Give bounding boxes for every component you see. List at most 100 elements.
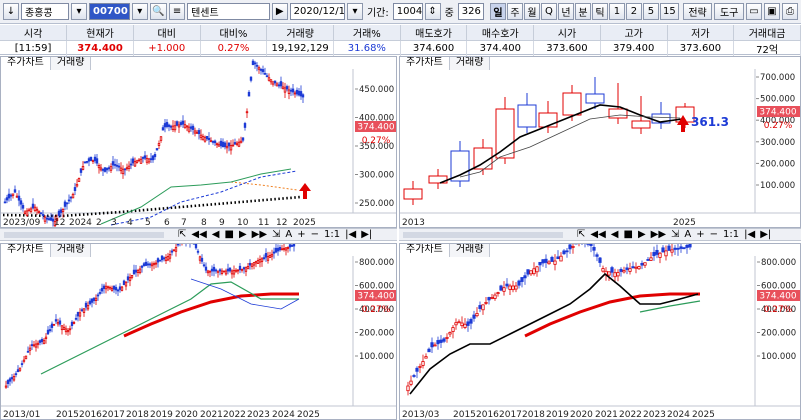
quote-header: 저가 bbox=[667, 25, 735, 41]
period-button-년[interactable]: 년 bbox=[557, 3, 574, 20]
period-button-주[interactable]: 주 bbox=[506, 3, 523, 20]
candle-body bbox=[568, 244, 572, 250]
scroll-control-button[interactable]: ⇲ bbox=[272, 229, 280, 240]
scroll-control-button[interactable]: 1:1 bbox=[324, 229, 340, 240]
candle-body bbox=[27, 209, 31, 212]
candle-body bbox=[116, 289, 120, 292]
horizontal-scrollbar[interactable] bbox=[403, 231, 563, 238]
print-icon[interactable]: ⎙ bbox=[781, 3, 798, 20]
scroll-control-button[interactable]: − bbox=[311, 229, 319, 240]
strategy-button[interactable]: 전략 bbox=[682, 3, 713, 20]
spinner-icon[interactable]: ⇕ bbox=[424, 3, 441, 20]
main-toolbar: ↓ 종홍콩 ▾ 00700 ▾ 🔍 ≡ 텐센트 ▶ 2020/12/10 ▾ 기… bbox=[0, 0, 801, 24]
period-button-일[interactable]: 일 bbox=[489, 3, 506, 20]
daily-price-chart[interactable]: 450.000400.000350.000300.000250.000 2023… bbox=[1, 57, 397, 228]
candle-body bbox=[236, 269, 240, 272]
scroll-control-button[interactable]: A bbox=[684, 229, 691, 240]
scroll-control-button[interactable]: ▶ bbox=[239, 229, 247, 240]
pct-badge-text: 0.27% bbox=[764, 121, 793, 131]
candle-body bbox=[191, 125, 195, 130]
scroll-control-button[interactable]: 1:1 bbox=[723, 229, 739, 240]
scroll-control-button[interactable]: ◀ bbox=[611, 229, 619, 240]
market-dropdown[interactable]: 종홍콩 bbox=[21, 3, 70, 20]
date-input[interactable]: 2020/12/10 bbox=[289, 3, 345, 20]
candle-body bbox=[403, 188, 423, 200]
scroll-control-button[interactable]: A bbox=[285, 229, 292, 240]
tools-button[interactable]: 도구 bbox=[714, 3, 744, 20]
candle-body bbox=[213, 140, 217, 144]
scroll-control-button[interactable]: ◀◀ bbox=[191, 229, 206, 240]
horizontal-scrollbar[interactable] bbox=[4, 231, 164, 238]
scroll-control-button[interactable]: − bbox=[710, 229, 718, 240]
candle-body bbox=[202, 264, 206, 267]
quote-header: 거래량 bbox=[266, 25, 335, 41]
period-button-1[interactable]: 1 bbox=[608, 3, 625, 20]
candle-body bbox=[218, 269, 222, 272]
period-button-분[interactable]: 분 bbox=[574, 3, 591, 20]
candle-body bbox=[478, 305, 482, 309]
period-button-월[interactable]: 월 bbox=[523, 3, 540, 20]
period-button-Q[interactable]: Q bbox=[540, 3, 557, 20]
yearly-price-chart[interactable]: 361.3 700.000500.000400.000300.000200.00… bbox=[400, 57, 801, 228]
scroll-control-button[interactable]: ◀ bbox=[212, 229, 220, 240]
scroll-control-button[interactable]: ■ bbox=[224, 229, 233, 240]
quote-header: 거래% bbox=[333, 25, 401, 41]
folder-icon[interactable]: ▭ bbox=[745, 3, 762, 20]
candle-body bbox=[673, 247, 677, 250]
scroll-control-button[interactable]: ▶| bbox=[361, 229, 372, 240]
period-button-15[interactable]: 15 bbox=[659, 3, 679, 20]
scroll-control-button[interactable]: ▶▶ bbox=[651, 229, 666, 240]
quote-value: 374.400 bbox=[466, 40, 535, 56]
candle-body bbox=[240, 268, 244, 271]
candle-body bbox=[499, 285, 503, 291]
scroll-control-button[interactable]: + bbox=[696, 229, 704, 240]
stock-code-input[interactable]: 00700 bbox=[89, 3, 130, 20]
candle-body bbox=[255, 64, 259, 67]
code-dropdown-icon[interactable]: ▾ bbox=[131, 3, 148, 20]
x-axis-tick-label: 2025 bbox=[297, 410, 320, 420]
candle-body bbox=[6, 380, 10, 385]
monthly-price-chart[interactable]: 800.000600.000400.000200.000100.000 2013… bbox=[1, 244, 397, 420]
period-button-5[interactable]: 5 bbox=[642, 3, 659, 20]
candle-body bbox=[451, 327, 455, 332]
scroll-control-button[interactable]: ■ bbox=[623, 229, 632, 240]
scroll-control-button[interactable]: + bbox=[297, 229, 305, 240]
quote-value: 374.600 bbox=[400, 40, 468, 56]
candle-body bbox=[181, 120, 185, 125]
scroll-control-button[interactable]: ▶| bbox=[760, 229, 771, 240]
x-axis-tick-label: 2016 bbox=[79, 410, 102, 420]
candle-body bbox=[161, 127, 165, 131]
scroll-control-button[interactable]: ⇱ bbox=[178, 229, 186, 240]
scroll-control-button[interactable]: |◀ bbox=[744, 229, 755, 240]
candle-body bbox=[301, 94, 305, 98]
search-icon[interactable]: 🔍 bbox=[149, 3, 168, 20]
period-input[interactable]: 1004 bbox=[392, 3, 423, 20]
link-icon[interactable]: ↓ bbox=[3, 3, 19, 20]
candle-body bbox=[427, 348, 431, 353]
candle-body bbox=[71, 193, 75, 199]
candle-body bbox=[221, 141, 225, 148]
quarterly-price-chart[interactable]: 800.000600.000400.000200.000100.000 2013… bbox=[400, 244, 801, 420]
candle-body bbox=[550, 256, 554, 262]
list-icon[interactable]: ≡ bbox=[169, 3, 186, 20]
quote-value: 0.27% bbox=[200, 40, 268, 56]
scroll-control-button[interactable]: ▶ bbox=[638, 229, 646, 240]
candle-body bbox=[92, 297, 96, 301]
scroll-control-button[interactable]: ⇲ bbox=[671, 229, 679, 240]
scroll-control-button[interactable]: ◀◀ bbox=[590, 229, 605, 240]
quote-value: +1.000 bbox=[133, 40, 201, 56]
scroll-control-button[interactable]: ⇱ bbox=[577, 229, 585, 240]
period-button-2[interactable]: 2 bbox=[625, 3, 642, 20]
calendar-dropdown-icon[interactable]: ▾ bbox=[346, 3, 363, 20]
candle-body bbox=[11, 193, 15, 196]
next-arrow-icon[interactable]: ▶ bbox=[271, 3, 288, 20]
candle-body bbox=[187, 126, 191, 132]
x-axis-tick-label: 2025 bbox=[293, 218, 316, 228]
count-input[interactable]: 326 bbox=[457, 3, 484, 20]
chevron-down-icon[interactable]: ▾ bbox=[71, 3, 88, 20]
period-button-틱[interactable]: 틱 bbox=[591, 3, 608, 20]
scroll-control-button[interactable]: ▶▶ bbox=[252, 229, 267, 240]
candle-body bbox=[214, 269, 218, 272]
scroll-control-button[interactable]: |◀ bbox=[345, 229, 356, 240]
save-icon[interactable]: ▣ bbox=[763, 3, 780, 20]
